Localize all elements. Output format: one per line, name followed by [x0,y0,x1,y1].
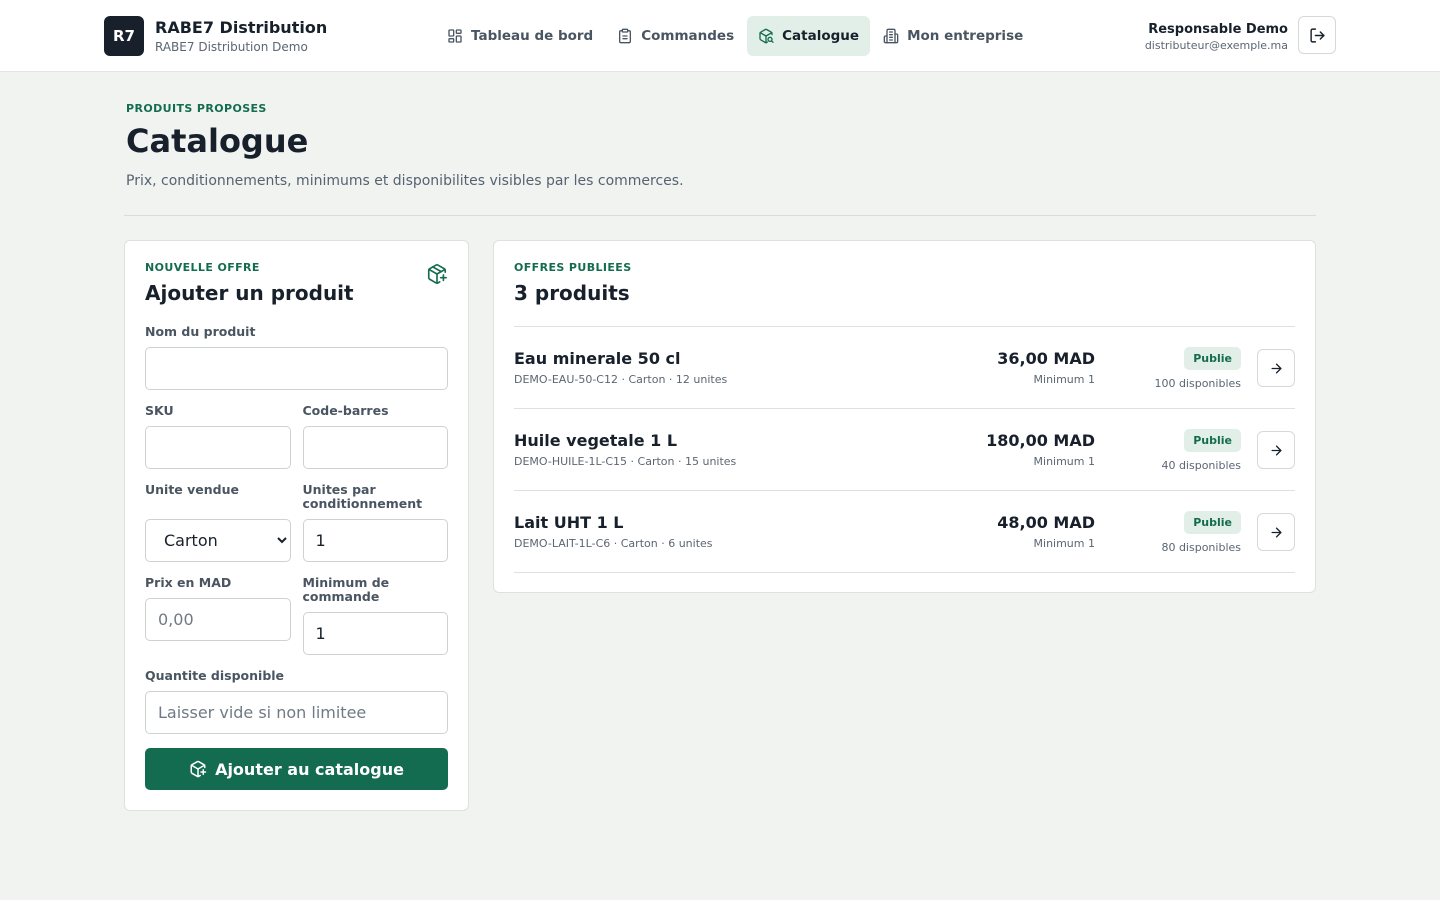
product-row: Lait UHT 1 L DEMO-LAIT-1L-C6 · Carton · … [514,491,1295,573]
nav-label: Catalogue [782,28,860,44]
price-input[interactable] [145,598,291,641]
product-meta: DEMO-HUILE-1L-C15 · Carton · 15 unites [514,455,737,468]
package-plus-icon [190,760,207,778]
sku-input[interactable] [145,426,291,469]
units-per-pack-label: Unites par conditionnement [302,482,423,511]
top-bar: R7 RABE7 Distribution RABE7 Distribution… [0,0,1440,72]
product-minimum: Minimum 1 [1033,455,1095,468]
nav-item-orders[interactable]: Commandes [606,16,745,56]
page-header: PRODUITS PROPOSES Catalogue Prix, condit… [126,102,684,189]
brand-subtitle: RABE7 Distribution Demo [155,39,308,54]
user-info: Responsable Demo distributeur@exemple.ma [1145,18,1288,53]
nav-label: Mon entreprise [907,28,1024,44]
product-stock: 100 disponibles [1154,377,1241,390]
field-sku: SKU [145,404,291,469]
building-icon [883,28,899,44]
brand-title: RABE7 Distribution [155,17,328,37]
nav-label: Tableau de bord [471,28,594,44]
row-sku-barcode: SKU Code-barres [145,404,448,469]
field-units-per-pack: Unites par conditionnement [302,482,448,562]
arrow-right-icon [1271,445,1281,455]
sku-label: SKU [145,403,174,418]
page-divider [124,215,1316,216]
field-min-order: Minimum de commande [302,575,448,655]
product-list: Eau minerale 50 cl DEMO-EAU-50-C12 · Car… [514,326,1295,573]
field-barcode: Code-barres [302,403,448,469]
row-price-minimum: Prix en MAD Minimum de commande [145,576,448,655]
status-badge: Publie [1184,511,1241,534]
nav-label: Commandes [641,28,735,44]
min-order-input[interactable] [302,612,448,655]
status-badge: Publie [1184,429,1241,452]
unit-label: Unite vendue [145,482,239,497]
product-row: Eau minerale 50 cl DEMO-EAU-50-C12 · Car… [514,327,1295,409]
page-title: Catalogue [126,122,309,160]
open-product-button[interactable] [1257,349,1295,387]
product-name-input[interactable] [145,347,448,390]
logout-button[interactable] [1298,16,1336,54]
user-name: Responsable Demo [1148,21,1288,37]
main-nav: Tableau de bord Commandes Catalogue Mon … [436,16,1036,56]
nav-item-dashboard[interactable]: Tableau de bord [436,16,604,56]
offers-eyebrow: OFFRES PUBLIEES [514,261,632,274]
add-to-catalogue-label: Ajouter au catalogue [215,759,404,779]
package-search-icon [759,28,774,44]
nav-item-company[interactable]: Mon entreprise [872,16,1034,56]
product-stock: 40 disponibles [1161,459,1241,472]
product-row: Huile vegetale 1 L DEMO-HUILE-1L-C15 · C… [514,409,1295,491]
product-meta: DEMO-EAU-50-C12 · Carton · 12 unites [514,373,728,386]
barcode-label: Code-barres [302,403,389,418]
dashboard-icon [448,29,462,43]
form-eyebrow: NOUVELLE OFFRE [145,261,260,274]
brand-text: RABE7 Distribution RABE7 Distribution De… [155,18,327,55]
product-stock: 80 disponibles [1161,541,1241,554]
product-minimum: Minimum 1 [1033,373,1095,386]
user-area: Responsable Demo distributeur@exemple.ma [1145,16,1336,54]
field-product-name: Nom du produit [145,325,448,390]
quantity-label: Quantite disponible [145,668,285,683]
page-eyebrow: PRODUITS PROPOSES [126,102,267,115]
field-unit: Unite vendue Carton [145,483,291,562]
logout-icon [1309,27,1325,43]
row-unit-pack: Unite vendue Carton Unites par condition… [145,483,448,562]
units-per-pack-input[interactable] [302,519,448,562]
barcode-input[interactable] [302,426,448,469]
add-product-card: NOUVELLE OFFRE Ajouter un produit Nom du… [124,240,469,811]
field-price: Prix en MAD [145,576,291,655]
open-product-button[interactable] [1257,513,1295,551]
price-label: Prix en MAD [145,575,232,590]
product-price: 180,00 MAD [986,431,1095,450]
unit-select[interactable]: Carton [145,519,291,562]
field-quantity: Quantite disponible [145,669,448,734]
brand[interactable]: R7 RABE7 Distribution RABE7 Distribution… [104,16,327,56]
clipboard-icon [619,28,632,44]
brand-logo: R7 [104,16,144,56]
offers-title: 3 produits [514,281,630,305]
product-minimum: Minimum 1 [1033,537,1095,550]
product-name: Eau minerale 50 cl [514,349,681,368]
product-meta: DEMO-LAIT-1L-C6 · Carton · 6 unites [514,537,713,550]
min-order-label: Minimum de commande [302,575,390,604]
product-name-label: Nom du produit [145,324,256,339]
product-price: 36,00 MAD [997,349,1095,368]
page-description: Prix, conditionnements, minimums et disp… [126,173,684,189]
product-name: Lait UHT 1 L [514,513,624,532]
status-badge: Publie [1184,347,1241,370]
nav-item-catalogue[interactable]: Catalogue [747,16,871,56]
open-product-button[interactable] [1257,431,1295,469]
published-offers-card: OFFRES PUBLIEES 3 produits Eau minerale … [493,240,1316,593]
form-title: Ajouter un produit [145,281,354,305]
add-to-catalogue-button[interactable]: Ajouter au catalogue [145,748,448,790]
package-plus-icon [427,264,447,284]
quantity-input[interactable] [145,691,448,734]
arrow-right-icon [1271,527,1281,537]
product-price: 48,00 MAD [997,513,1095,532]
product-name: Huile vegetale 1 L [514,431,678,450]
user-email: distributeur@exemple.ma [1144,38,1288,52]
arrow-right-icon [1271,363,1281,373]
